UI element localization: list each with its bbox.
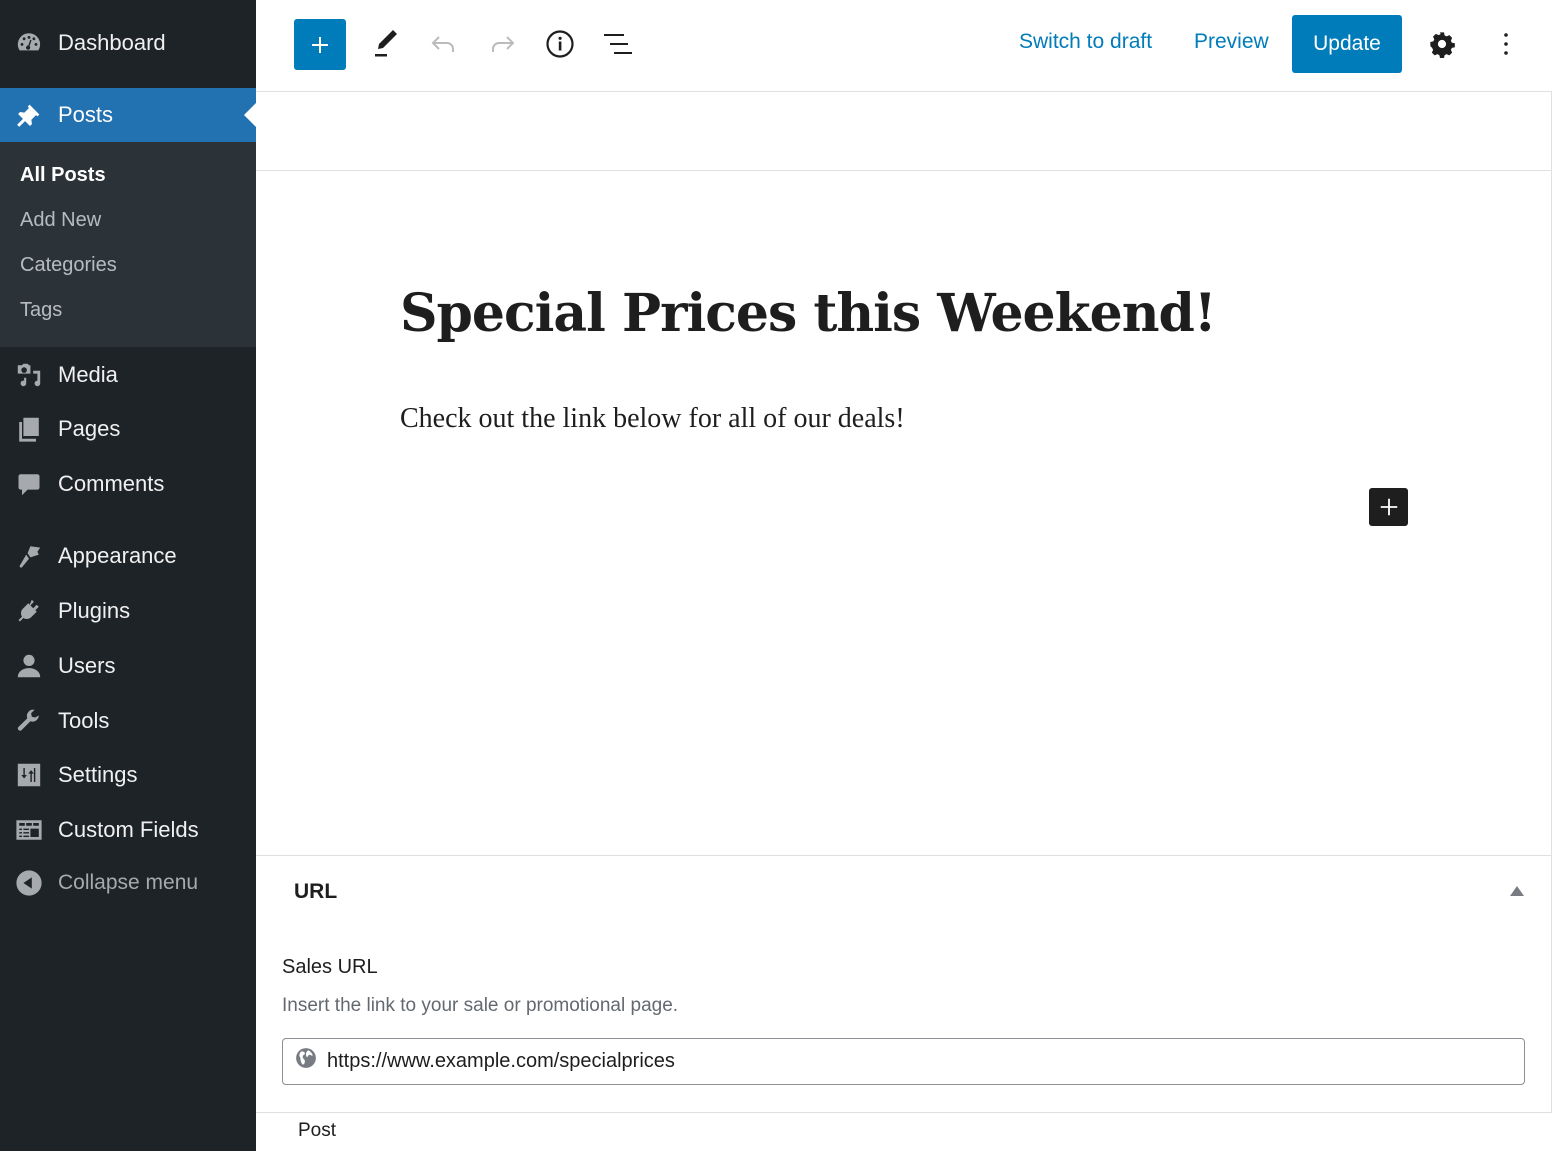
user-icon — [14, 651, 44, 681]
settings-button[interactable] — [1418, 20, 1466, 68]
sidebar-item-label: Pages — [58, 416, 121, 441]
metabox-title: URL — [294, 880, 338, 903]
sales-url-input[interactable] — [327, 1050, 1427, 1073]
pin-icon — [14, 100, 44, 130]
sidebar-item-comments[interactable]: Comments — [0, 457, 256, 511]
sidebar-item-plugins[interactable]: Plugins — [0, 584, 256, 638]
undo-icon — [431, 36, 454, 52]
sidebar-item-label: Custom Fields — [58, 817, 199, 842]
paragraph-block[interactable]: Check out the link below for all of our … — [400, 403, 905, 435]
post-title[interactable]: Special Prices this Weekend! — [400, 283, 1217, 344]
sales-url-field[interactable] — [282, 1038, 1525, 1085]
sidebar-item-label: Media — [58, 362, 118, 387]
collapse-menu-label: Collapse menu — [58, 871, 199, 894]
sidebar-item-custom-fields[interactable]: Custom Fields — [0, 803, 256, 857]
sidebar-item-label: Posts — [58, 102, 114, 127]
sales-url-label: Sales URL — [282, 956, 378, 978]
editor-toolbar: Switch to draft Preview Update — [256, 0, 1552, 92]
sidebar-item-label: Tools — [58, 708, 110, 733]
editor-canvas: Special Prices this Weekend! Check out t… — [256, 171, 1552, 856]
custom-fields-icon — [14, 815, 44, 845]
globe-icon — [296, 1047, 316, 1068]
update-button[interactable]: Update — [1292, 15, 1402, 73]
sidebar-item-label: Appearance — [58, 543, 177, 568]
plugin-icon — [14, 596, 44, 626]
sidebar-item-label: Dashboard — [58, 30, 166, 55]
comment-icon — [14, 469, 44, 499]
sidebar-item-label: Settings — [58, 762, 138, 787]
plus-icon — [1380, 498, 1397, 516]
sales-url-description: Insert the link to your sale or promotio… — [282, 995, 679, 1016]
sidebar-item-users[interactable]: Users — [0, 639, 256, 693]
redo-icon — [492, 36, 515, 52]
sidebar-item-media[interactable]: Media — [0, 348, 256, 402]
pages-icon — [14, 414, 44, 444]
posts-submenu: All Posts Add New Categories Tags — [0, 142, 256, 347]
switch-to-draft-button[interactable]: Switch to draft — [1019, 30, 1152, 54]
triangle-up-icon — [1510, 886, 1524, 896]
add-block-button[interactable] — [1369, 488, 1408, 526]
pencil-icon — [375, 30, 397, 57]
more-options-button[interactable] — [1482, 20, 1530, 68]
preview-button[interactable]: Preview — [1194, 30, 1269, 54]
media-icon — [14, 360, 44, 390]
paintbrush-icon — [14, 541, 44, 571]
sidebar-item-posts[interactable]: Posts — [0, 88, 256, 142]
editor-notice-area — [256, 92, 1552, 171]
sidebar-item-tools[interactable]: Tools — [0, 694, 256, 748]
settings-sliders-icon — [14, 760, 44, 790]
block-breadcrumb-post[interactable]: Post — [298, 1120, 336, 1142]
submenu-tags[interactable]: Tags — [20, 299, 62, 322]
gear-icon — [1430, 32, 1455, 58]
url-metabox: URL Sales URL Insert the link to your sa… — [256, 855, 1552, 1113]
collapse-arrow-icon — [14, 868, 44, 898]
submenu-categories[interactable]: Categories — [20, 254, 117, 277]
sidebar-item-settings[interactable]: Settings — [0, 748, 256, 802]
undo-button[interactable] — [420, 20, 468, 68]
metabox-collapse-toggle[interactable] — [1509, 884, 1529, 900]
tools-edit-button[interactable] — [362, 20, 410, 68]
plus-icon — [312, 36, 328, 53]
dashboard-icon — [14, 28, 44, 58]
submenu-all-posts[interactable]: All Posts — [20, 164, 106, 187]
sidebar-item-appearance[interactable]: Appearance — [0, 529, 256, 583]
kebab-menu-icon — [1504, 33, 1508, 55]
admin-sidebar: Dashboard Posts All Posts Add New Catego… — [0, 0, 256, 1151]
sidebar-item-label: Plugins — [58, 598, 131, 623]
details-button[interactable] — [536, 20, 584, 68]
info-icon — [546, 30, 574, 58]
sidebar-item-dashboard[interactable]: Dashboard — [0, 16, 256, 70]
sidebar-item-pages[interactable]: Pages — [0, 402, 256, 456]
sidebar-item-label: Users — [58, 653, 116, 678]
wrench-icon — [14, 706, 44, 736]
list-view-button[interactable] — [594, 20, 642, 68]
submenu-add-new[interactable]: Add New — [20, 209, 101, 232]
block-inserter-button[interactable] — [294, 19, 346, 70]
list-view-icon — [604, 34, 632, 54]
sidebar-item-label: Comments — [58, 471, 165, 496]
collapse-menu-button[interactable]: Collapse menu — [0, 856, 256, 910]
redo-button[interactable] — [478, 20, 526, 68]
